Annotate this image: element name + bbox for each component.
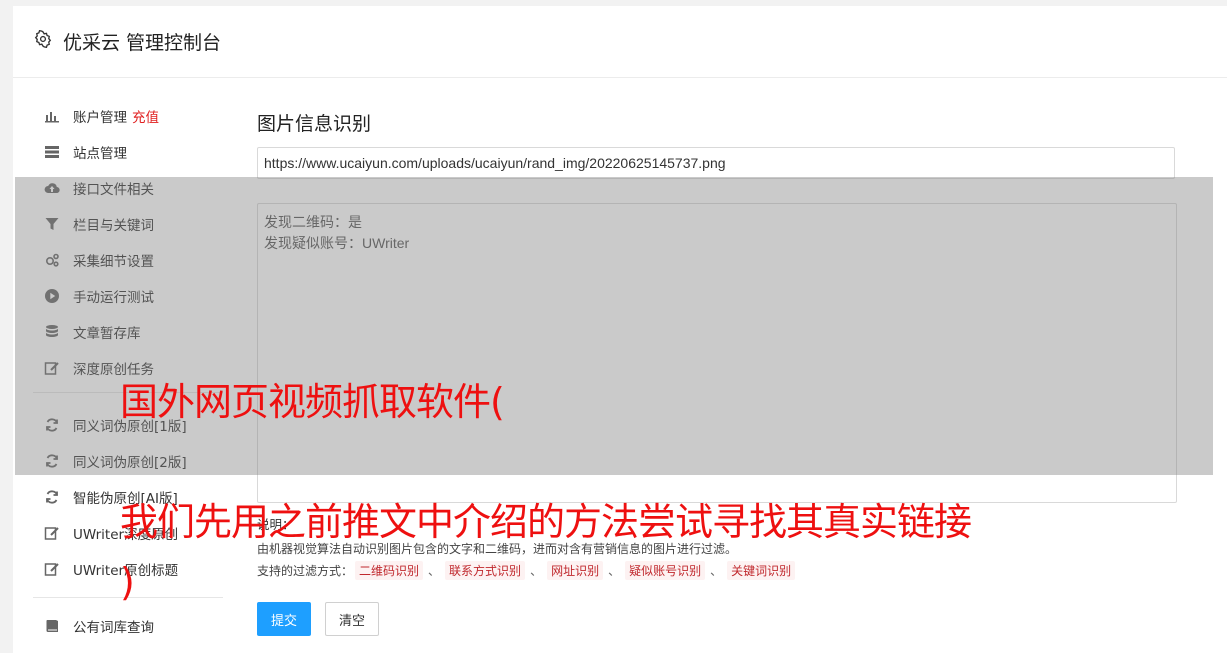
filter-tag: 联系方式识别 [445, 561, 526, 580]
sidebar-item-account[interactable]: 账户管理 充值 [43, 104, 159, 128]
filter-separator: 、 [530, 564, 543, 578]
sidebar-item-label: 账户管理 [73, 110, 127, 126]
filter-tag: 关键词识别 [727, 561, 796, 580]
sidebar-item-label: 站点管理 [73, 146, 127, 162]
filter-separator: 、 [710, 564, 723, 578]
overlay-caption-line: ) [120, 560, 135, 604]
page-title: 图片信息识别 [257, 113, 372, 135]
recharge-link[interactable]: 充值 [132, 106, 159, 126]
overlay-caption-line: 我们先用之前推文中介绍的方法尝试寻找其真实链接 [120, 500, 972, 544]
sidebar-item-public-thesaurus[interactable]: 公有词库查询 [43, 614, 154, 638]
submit-button[interactable]: 提交 [257, 602, 311, 636]
server-icon [43, 143, 61, 161]
sidebar-item-sites[interactable]: 站点管理 [43, 140, 127, 164]
sidebar-item-uwriter-title[interactable]: UWriter原创标题 [43, 557, 178, 581]
overlay-caption-line: 国外网页视频抓取软件( [120, 380, 505, 424]
filter-tag: 网址识别 [547, 561, 604, 580]
image-url-input[interactable]: https://www.ucaiyun.com/uploads/ucaiyun/… [257, 147, 1175, 179]
top-header: 优采云 管理控制台 [13, 6, 1227, 78]
edit-icon [43, 560, 61, 578]
book-icon [43, 617, 61, 635]
filter-tag: 疑似账号识别 [625, 561, 706, 580]
gear-icon[interactable] [34, 29, 52, 49]
clear-button[interactable]: 清空 [325, 602, 379, 636]
watermark-overlay [15, 177, 1213, 475]
filter-tag: 二维码识别 [355, 561, 424, 580]
filter-separator: 、 [608, 564, 621, 578]
filter-list: 支持的过滤方式： 二维码识别 、 联系方式识别 、 网址识别 、 疑似账号识别 … [257, 561, 797, 580]
refresh-icon [43, 488, 61, 506]
edit-icon [43, 524, 61, 542]
sidebar-item-label: 公有词库查询 [73, 620, 154, 636]
filter-separator: 、 [428, 564, 441, 578]
filters-label: 支持的过滤方式： [257, 564, 354, 578]
console-title: 优采云 管理控制台 [63, 32, 222, 54]
bar-chart-icon [43, 107, 61, 125]
